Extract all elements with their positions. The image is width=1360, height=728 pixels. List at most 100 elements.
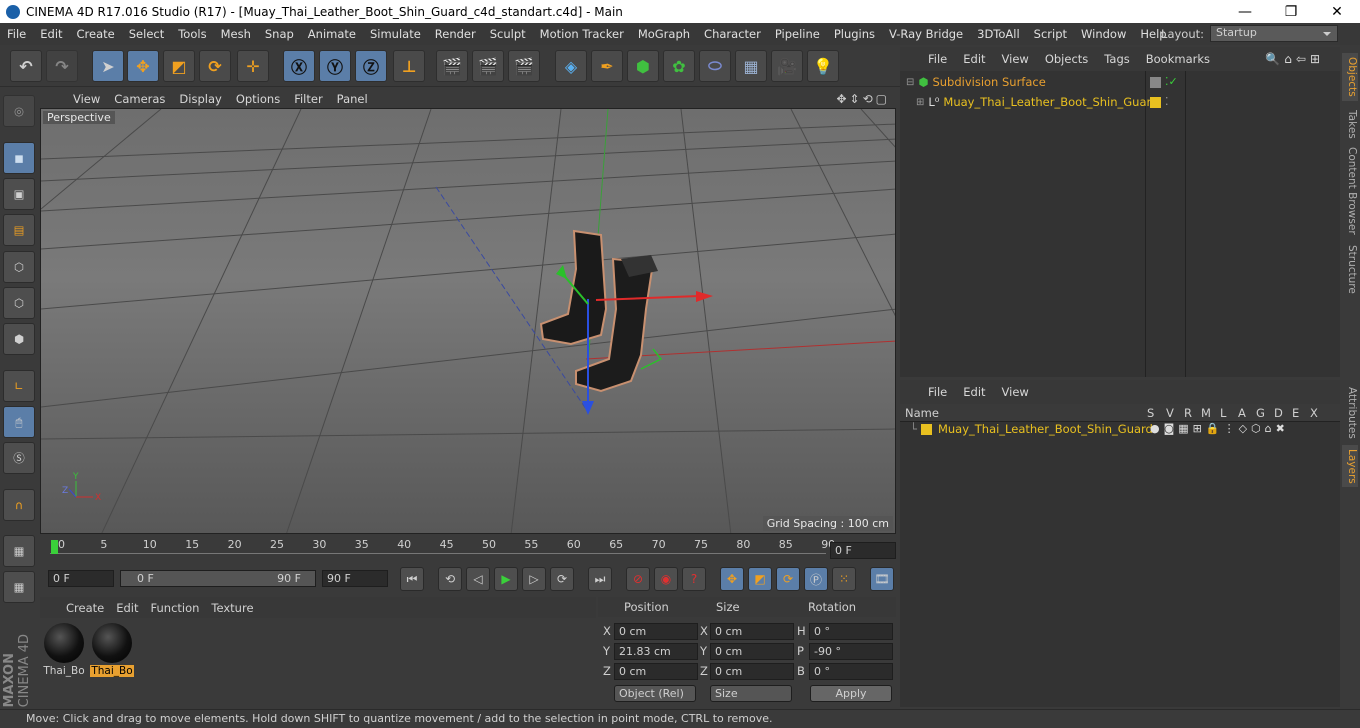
timeline-window-icon[interactable]: 🎞 [870, 567, 894, 591]
menu-mesh[interactable]: Mesh [214, 27, 258, 41]
size-y-field[interactable]: 0 cm [710, 643, 794, 660]
play-forward-icon[interactable]: ▶ [494, 567, 518, 591]
autokeying-icon[interactable]: ◉ [654, 567, 678, 591]
tree-row-boot[interactable]: ⊞ L⁰ Muay_Thai_Leather_Boot_Shin_Guard [916, 95, 1158, 109]
maximize-button[interactable]: ❐ [1268, 0, 1314, 23]
boot-layer-color-icon[interactable] [1150, 97, 1161, 108]
go-to-end-icon[interactable]: ⏭ [588, 567, 612, 591]
material-menu-create[interactable]: Create [60, 601, 110, 615]
menu-select[interactable]: Select [122, 27, 171, 41]
objects-menu-view[interactable]: View [994, 52, 1037, 66]
tab-content-browser[interactable]: Content Browser [1342, 147, 1358, 235]
edges-mode-icon[interactable]: ⬡ [3, 287, 35, 319]
deformer-icon[interactable]: ⬭ [699, 50, 731, 82]
objects-menu-edit[interactable]: Edit [955, 52, 993, 66]
locked-workplane-icon[interactable]: ▦ [3, 571, 35, 603]
render-settings-icon[interactable]: 🎬 [508, 50, 540, 82]
tweak-mode-icon[interactable]: 🖱 [3, 406, 35, 438]
next-key-icon[interactable]: ⟳ [550, 567, 574, 591]
end-frame-field[interactable]: 90 F [322, 570, 388, 587]
menu-edit[interactable]: Edit [33, 27, 69, 41]
start-frame-field[interactable]: 0 F [48, 570, 114, 587]
gizmo-z-arrow[interactable] [556, 265, 567, 279]
workplane-icon[interactable]: ▦ [3, 535, 35, 567]
mograph-cloner-icon[interactable]: ✿ [663, 50, 695, 82]
render-picture-viewer-icon[interactable]: 🎬 [472, 50, 504, 82]
model-mode-icon[interactable]: ◼ [3, 142, 35, 174]
objects-menu-file[interactable]: File [920, 52, 955, 66]
menu-render[interactable]: Render [428, 27, 483, 41]
close-button[interactable]: ✕ [1314, 0, 1360, 23]
snap-icon[interactable]: ∩ [3, 489, 35, 521]
polygons-mode-icon[interactable]: ⬢ [3, 323, 35, 355]
camera-icon[interactable]: 🎥 [771, 50, 803, 82]
timeline[interactable]: 0 5 10 15 20 25 30 35 40 45 50 55 60 65 70 75 80 85 90 0 F [40, 536, 896, 564]
points-mode-icon[interactable]: ⬡ [3, 251, 35, 283]
tree-row-subdivision-surface[interactable]: ⊟ ⬢ Subdivision Surface [906, 75, 1046, 89]
keyframe-selection-icon[interactable]: ? [682, 567, 706, 591]
enabled-check-icon[interactable]: ⁚✓ [1165, 75, 1178, 88]
record-active-objects-icon[interactable]: ⊘ [626, 567, 650, 591]
lock-z-axis-icon[interactable]: Ⓩ [355, 50, 387, 82]
cube-primitive-icon[interactable]: ◈ [555, 50, 587, 82]
menu-character[interactable]: Character [697, 27, 768, 41]
floor-environment-icon[interactable]: ▦ [735, 50, 767, 82]
collapse-toggle-icon[interactable]: ⊟ [906, 77, 914, 88]
lock-y-axis-icon[interactable]: Ⓨ [319, 50, 351, 82]
objects-menu-bookmarks[interactable]: Bookmarks [1138, 52, 1218, 66]
previous-frame-icon[interactable]: ◁ [466, 567, 490, 591]
viewport-menu-options[interactable]: Options [229, 92, 287, 106]
tab-attributes[interactable]: Attributes [1342, 385, 1358, 441]
menu-plugins[interactable]: Plugins [827, 27, 882, 41]
pos-x-field[interactable]: 0 cm [614, 623, 698, 640]
size-mode-dropdown[interactable]: Size [710, 685, 792, 702]
current-frame-field[interactable]: 0 F [830, 542, 896, 559]
layers-menu-edit[interactable]: Edit [955, 385, 993, 399]
record-position-icon[interactable]: ✥ [720, 567, 744, 591]
layers-menu-view[interactable]: View [994, 385, 1037, 399]
objects-menu-tags[interactable]: Tags [1096, 52, 1137, 66]
pen-spline-icon[interactable]: ✒ [591, 50, 623, 82]
subdivision-surface-icon[interactable]: ⬢ [627, 50, 659, 82]
menu-motion-tracker[interactable]: Motion Tracker [533, 27, 631, 41]
coordinate-mode-dropdown[interactable]: Object (Rel) [614, 685, 696, 702]
menu-create[interactable]: Create [70, 27, 122, 41]
viewport-menu-display[interactable]: Display [172, 92, 228, 106]
material-swatch-1[interactable]: Thai_Bo [42, 621, 86, 679]
menu-3dtoall[interactable]: 3DToAll [970, 27, 1027, 41]
workplane-mode-icon[interactable]: ▤ [3, 214, 35, 246]
layers-menu-file[interactable]: File [920, 385, 955, 399]
current-frame-marker[interactable] [51, 540, 58, 554]
perspective-viewport[interactable]: Y X Z Perspective Grid Spacing : 100 cm [40, 108, 896, 534]
viewport-menu-view[interactable]: View [66, 92, 107, 106]
menu-snap[interactable]: Snap [258, 27, 301, 41]
layer-color-icon[interactable] [920, 423, 932, 435]
record-scale-icon[interactable]: ◩ [748, 567, 772, 591]
subdivision-layer-icon[interactable] [1150, 77, 1161, 88]
pos-y-field[interactable]: 21.83 cm [614, 643, 698, 660]
render-view-icon[interactable]: 🎬 [436, 50, 468, 82]
menu-tools[interactable]: Tools [171, 27, 213, 41]
scale-tool-icon[interactable]: ◩ [163, 50, 195, 82]
menu-pipeline[interactable]: Pipeline [768, 27, 827, 41]
recent-tools-icon[interactable]: ✛ [237, 50, 269, 82]
apply-button[interactable]: Apply [810, 685, 892, 702]
record-parameter-icon[interactable]: Ⓟ [804, 567, 828, 591]
menu-animate[interactable]: Animate [301, 27, 363, 41]
solo-mode-icon[interactable]: Ⓢ [3, 442, 35, 474]
objects-header-icons[interactable]: 🔍⌂⇦⊞ [1257, 52, 1332, 66]
layer-row[interactable]: └ Muay_Thai_Leather_Boot_Shin_Guard [910, 422, 1153, 436]
go-to-start-icon[interactable]: ⏮ [400, 567, 424, 591]
make-editable-icon[interactable]: ◎ [3, 95, 35, 127]
menu-window[interactable]: Window [1074, 27, 1133, 41]
material-menu-function[interactable]: Function [145, 601, 206, 615]
viewport-menu-panel[interactable]: Panel [330, 92, 375, 106]
tab-takes[interactable]: Takes [1342, 105, 1358, 143]
gizmo-x-arrow[interactable] [696, 291, 713, 302]
menu-vray-bridge[interactable]: V-Ray Bridge [882, 27, 970, 41]
minimize-button[interactable]: — [1222, 0, 1268, 23]
objects-menu-objects[interactable]: Objects [1037, 52, 1096, 66]
coordinate-system-icon[interactable]: ⊥ [393, 50, 425, 82]
tab-structure[interactable]: Structure [1342, 243, 1358, 295]
rot-h-field[interactable]: 0 ° [809, 623, 893, 640]
